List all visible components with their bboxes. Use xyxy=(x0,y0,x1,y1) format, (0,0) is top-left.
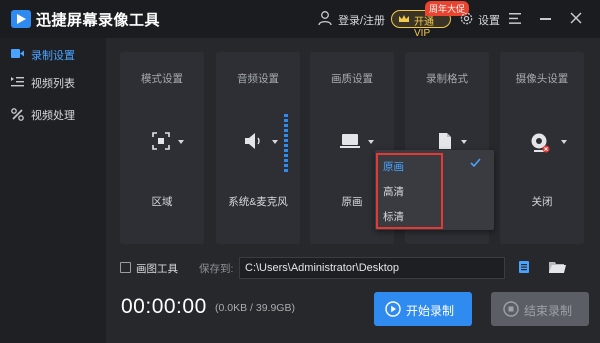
chevron-down-icon xyxy=(368,140,374,144)
chevron-down-icon xyxy=(461,140,467,144)
sidebar-item-video-list[interactable]: 视频列表 xyxy=(0,69,106,95)
card-title: 摄像头设置 xyxy=(515,73,569,85)
chevron-down-icon xyxy=(272,140,278,144)
menu-icon[interactable] xyxy=(509,13,521,24)
user-icon[interactable] xyxy=(317,10,333,26)
sidebar-item-label: 视频列表 xyxy=(31,78,75,90)
audio-settings-card[interactable]: 音频设置 系统&麦克风 xyxy=(216,52,300,244)
sidebar-item-record-settings[interactable]: 录制设置 xyxy=(0,41,106,67)
start-recording-button[interactable]: 开始录制 xyxy=(374,292,472,326)
sidebar: 录制设置 视频列表 视频处理 xyxy=(0,38,106,343)
list-icon xyxy=(11,77,24,87)
title-bar: 迅捷屏幕录像工具 登录/注册 开通VIP 周年大促 设置 xyxy=(0,0,600,39)
settings-link[interactable]: 设置 xyxy=(478,12,500,28)
mode-settings-card[interactable]: 模式设置 区域 xyxy=(120,52,204,244)
play-circle-icon xyxy=(385,301,401,317)
vip-label: 开通VIP xyxy=(414,17,434,39)
chevron-down-icon xyxy=(561,140,567,144)
minimize-icon[interactable] xyxy=(540,18,551,20)
card-title: 录制格式 xyxy=(426,73,468,85)
volume-meter xyxy=(284,114,288,172)
webcam-icon xyxy=(531,133,550,153)
folder-icon[interactable] xyxy=(549,261,566,274)
stop-recording-button[interactable]: 结束录制 xyxy=(491,292,589,326)
check-icon xyxy=(470,158,481,168)
card-title: 模式设置 xyxy=(141,73,183,85)
sidebar-item-label: 视频处理 xyxy=(31,110,75,122)
card-value: 系统&麦克风 xyxy=(228,196,288,208)
chevron-down-icon xyxy=(178,140,184,144)
gear-icon[interactable] xyxy=(459,11,474,26)
sidebar-item-label: 录制设置 xyxy=(31,50,75,62)
file-icon xyxy=(439,133,451,149)
save-to-label: 保存到: xyxy=(199,263,234,275)
highlight-box xyxy=(376,153,443,229)
settings-cards: 模式设置 区域 音频设置 系统&麦克风 画质设置 原画 录制格式 摄像头设置 关… xyxy=(120,52,588,244)
close-icon[interactable] xyxy=(570,12,582,24)
file-list-icon[interactable] xyxy=(519,261,529,273)
speaker-icon xyxy=(245,133,260,149)
monitor-icon xyxy=(340,134,360,148)
save-path-input[interactable] xyxy=(239,257,505,279)
card-value: 区域 xyxy=(151,196,173,208)
card-title: 画质设置 xyxy=(331,73,373,85)
draw-tool-checkbox[interactable] xyxy=(120,262,131,273)
start-recording-label: 开始录制 xyxy=(406,304,455,318)
stop-recording-label: 结束录制 xyxy=(524,304,573,318)
region-select-icon xyxy=(152,132,170,150)
camera-settings-card[interactable]: 摄像头设置 关闭 xyxy=(500,52,584,244)
app-logo-icon xyxy=(11,10,31,28)
app-title: 迅捷屏幕录像工具 xyxy=(36,12,161,29)
login-register-link[interactable]: 登录/注册 xyxy=(338,12,385,28)
file-size-readout: (0.0KB / 39.9GB) xyxy=(215,302,295,314)
card-value: 关闭 xyxy=(531,196,553,208)
tools-icon xyxy=(11,108,24,121)
card-title: 音频设置 xyxy=(237,73,279,85)
sidebar-item-video-processing[interactable]: 视频处理 xyxy=(0,101,106,127)
crown-icon xyxy=(399,15,409,22)
app-window: 迅捷屏幕录像工具 登录/注册 开通VIP 周年大促 设置 录制设置 视频列表 视… xyxy=(0,0,600,343)
draw-tool-label[interactable]: 画图工具 xyxy=(136,261,178,276)
video-camera-icon xyxy=(11,49,24,58)
stop-circle-icon xyxy=(503,301,519,317)
recording-timer: 00:00:00 xyxy=(121,295,207,318)
